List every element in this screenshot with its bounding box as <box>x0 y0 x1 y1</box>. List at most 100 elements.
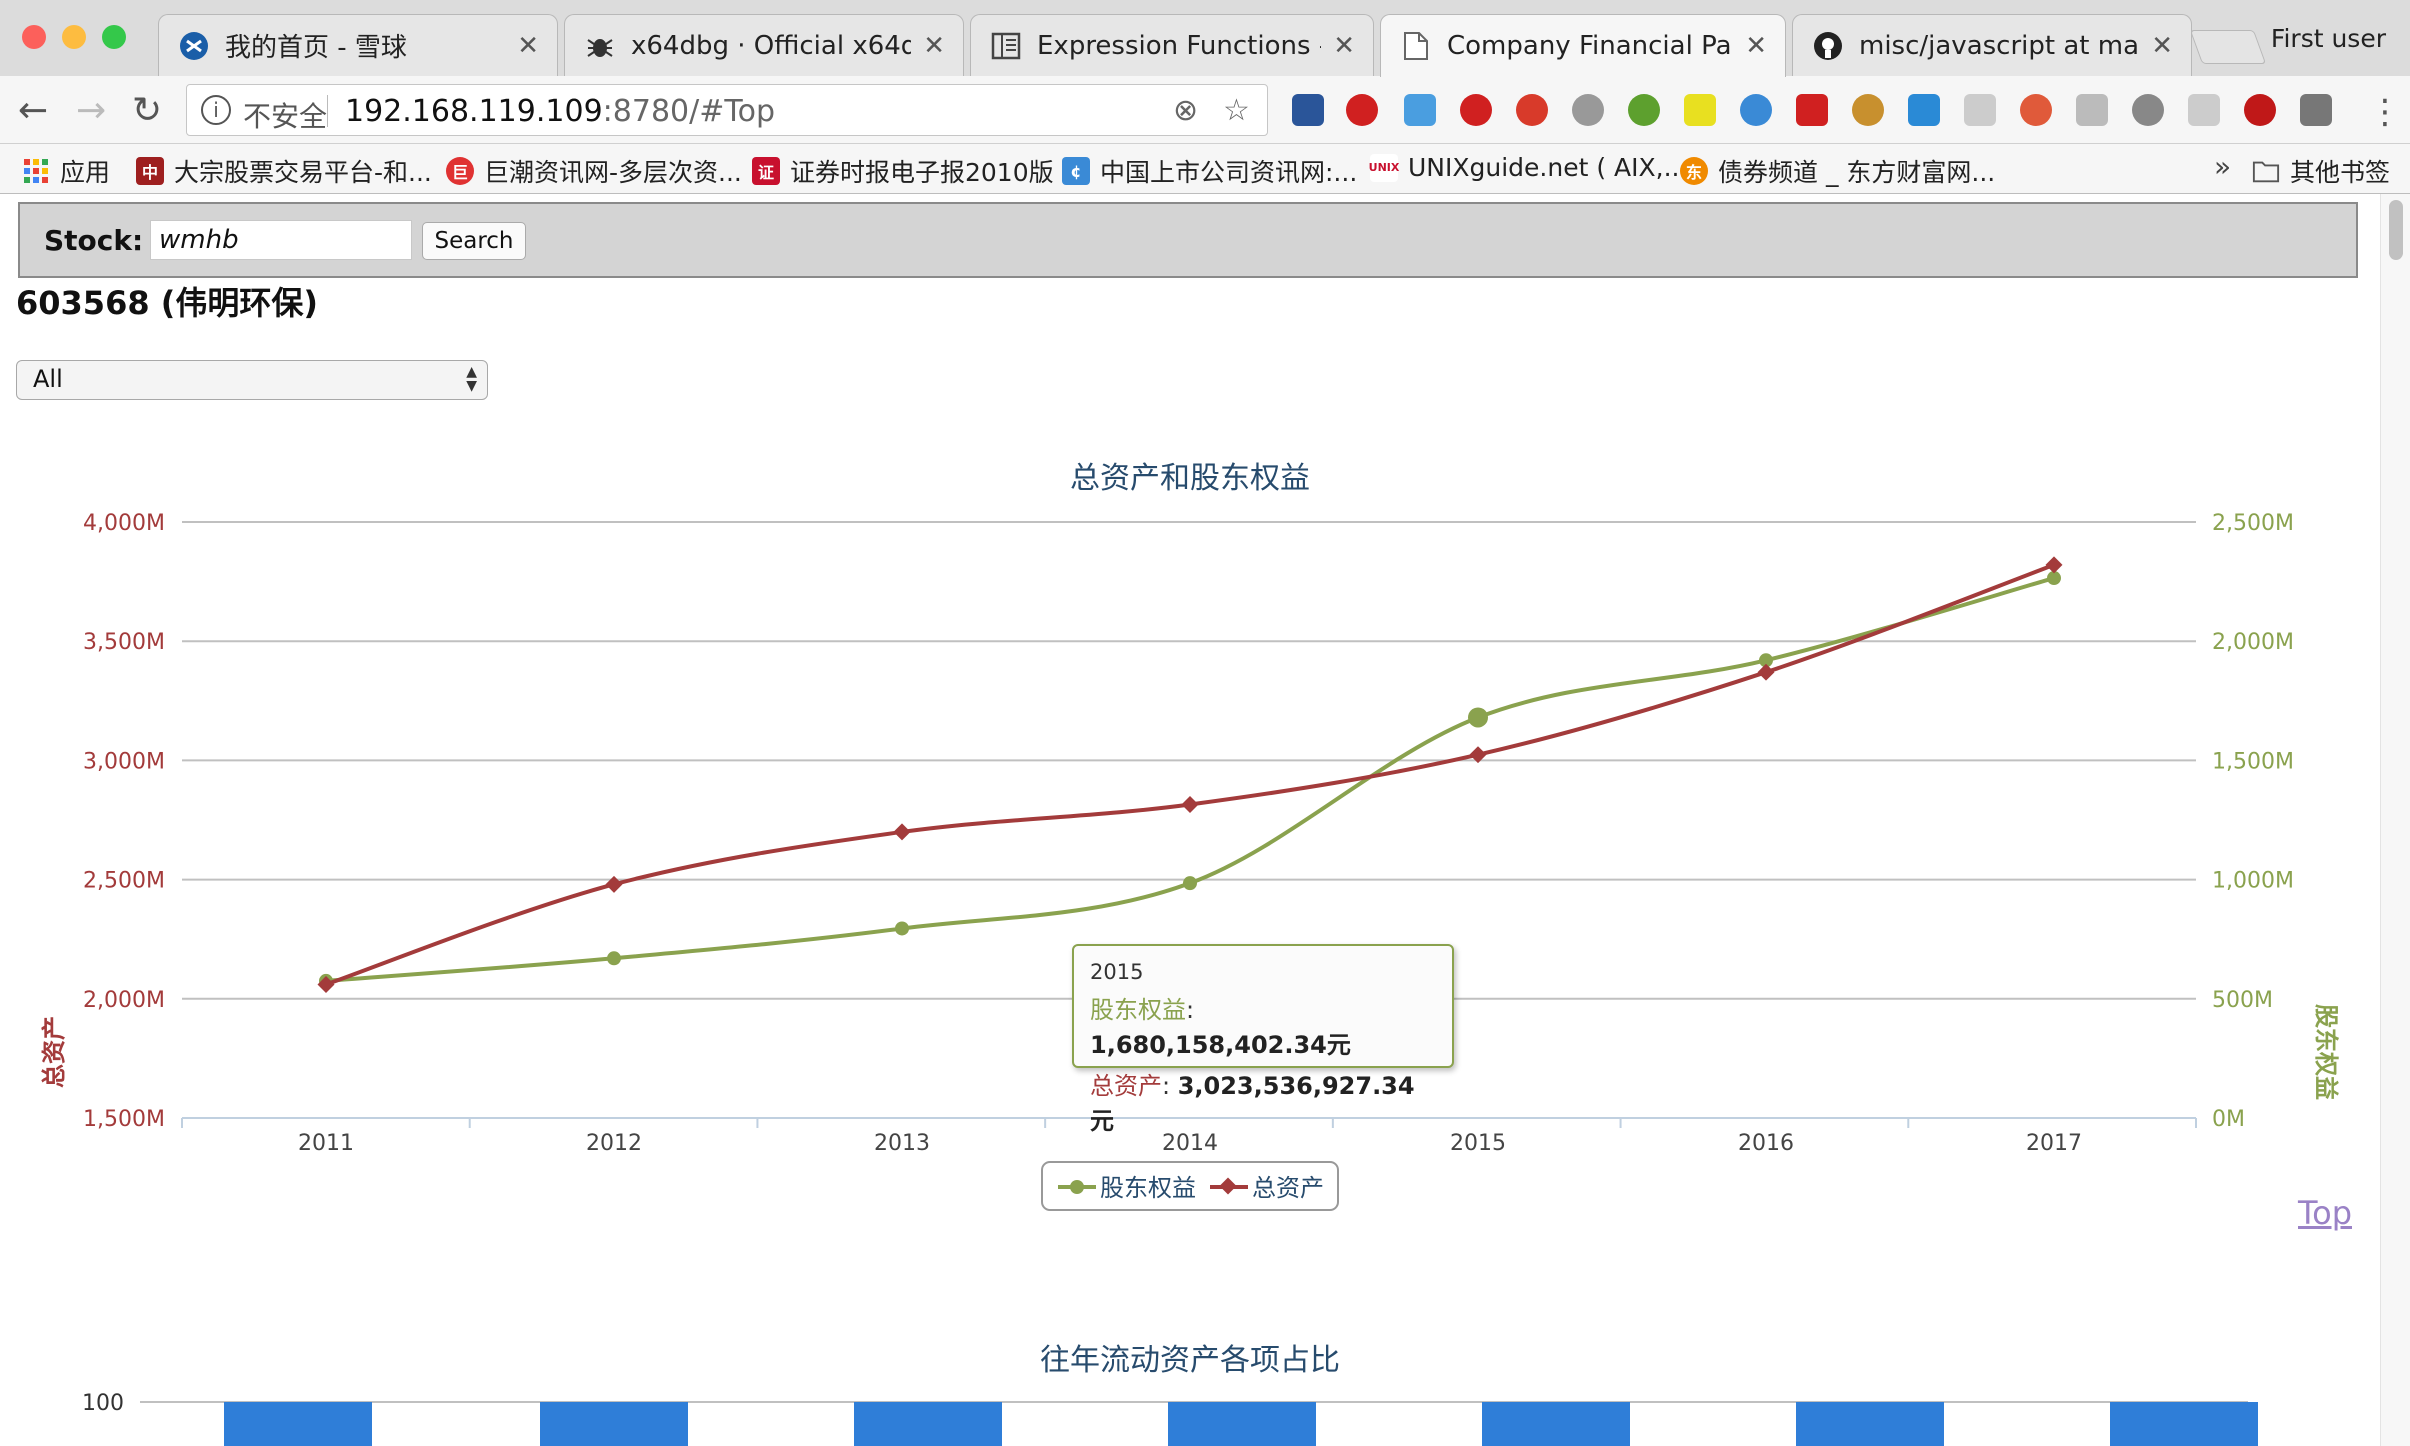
top-link[interactable]: Top <box>2298 1194 2352 1232</box>
extension-rocket-icon[interactable] <box>2020 94 2052 126</box>
chart-tooltip: 2015 股东权益: 1,680,158,402.34元 总资产: 3,023,… <box>1072 944 1454 1135</box>
tab-title: 我的首页 - 雪球 <box>225 33 407 63</box>
bookmarks-bar: 应用 中 大宗股票交易平台-和... 巨 巨潮资讯网-多层次资... 证 证券时… <box>0 144 2410 194</box>
bookmark-cnlist[interactable]: ¢ 中国上市公司资讯网:... <box>1062 153 1357 189</box>
assets-point[interactable] <box>1757 663 1775 681</box>
extension-doc-icon[interactable] <box>1404 94 1436 126</box>
browser-tab-company-financial-parser[interactable]: Company Financial Parser ✕ <box>1380 14 1786 77</box>
assets-point[interactable] <box>1181 796 1199 813</box>
window-close-button[interactable] <box>22 25 46 49</box>
extension-bug-icon[interactable] <box>1628 94 1660 126</box>
folder-icon <box>2252 157 2280 185</box>
equity-point[interactable] <box>895 921 909 936</box>
bookmark-dazong[interactable]: 中 大宗股票交易平台-和... <box>136 153 432 189</box>
right-tick-label: 500M <box>2212 988 2273 1013</box>
extension-notion-icon[interactable] <box>1684 94 1716 126</box>
new-tab-button[interactable] <box>2189 30 2267 64</box>
left-tick-label: 2,000M <box>83 988 165 1013</box>
more-bookmarks-chevron-icon[interactable]: » <box>2214 150 2231 183</box>
extension-gear-icon[interactable] <box>1572 94 1604 126</box>
bar[interactable] <box>540 1402 688 1446</box>
bookmark-red-icon: 中 <box>136 157 164 185</box>
chart-series <box>317 556 2063 993</box>
extension-c-icon[interactable] <box>2188 94 2220 126</box>
close-tab-icon[interactable]: ✕ <box>1745 31 1767 61</box>
close-tab-icon[interactable]: ✕ <box>517 31 539 61</box>
equity-point[interactable] <box>1468 707 1488 728</box>
extension-cloud-icon[interactable] <box>1740 94 1772 126</box>
scrollbar-thumb[interactable] <box>2389 200 2403 260</box>
browser-tab-x64dbg[interactable]: x64dbg · Official x64dbg b ✕ <box>564 14 964 76</box>
bookmark-cninfo[interactable]: 巨 巨潮资讯网-多层次资... <box>446 153 742 189</box>
extension-shield-icon[interactable] <box>2300 94 2332 126</box>
browser-tab-github[interactable]: misc/javascript at master · ✕ <box>1792 14 2192 76</box>
close-tab-icon[interactable]: ✕ <box>923 31 945 61</box>
close-tab-icon[interactable]: ✕ <box>2151 31 2173 61</box>
browser-tab-xueqiu[interactable]: 我的首页 - 雪球 ✕ <box>158 14 558 76</box>
right-axis-ticks: 0M500M1,000M1,500M2,000M2,500M <box>2212 511 2294 1132</box>
window-minimize-button[interactable] <box>62 25 86 49</box>
right-tick-label: 2,000M <box>2212 630 2294 655</box>
bookmark-label: 证券时报电子报2010版 <box>790 158 1054 187</box>
extension-wifi-icon[interactable] <box>2132 94 2164 126</box>
browser-menu-icon[interactable]: ⋮ <box>2368 92 2402 132</box>
tooltip-year: 2015 <box>1090 960 1144 984</box>
tab-title: Expression Functions — x6 <box>1037 30 1321 61</box>
assets-point[interactable] <box>2045 556 2063 574</box>
profile-name[interactable]: First user <box>2271 24 2386 53</box>
window-maximize-button[interactable] <box>102 25 126 49</box>
forward-arrow-icon[interactable]: → <box>76 90 106 131</box>
reload-icon[interactable]: ↻ <box>132 90 162 131</box>
extension-arrow-icon[interactable] <box>1292 94 1324 126</box>
bookmark-stcn[interactable]: 证 证券时报电子报2010版 <box>752 153 1054 189</box>
bookmark-apps[interactable]: 应用 <box>22 153 110 189</box>
bookmark-star-icon[interactable]: ☆ <box>1223 93 1250 128</box>
page-icon <box>1399 29 1433 63</box>
extension-g-icon[interactable] <box>2076 94 2108 126</box>
bar[interactable] <box>1482 1402 1630 1446</box>
bar[interactable] <box>2110 1402 2258 1446</box>
bookmark-unixguide[interactable]: UNIX UNIXguide.net ( AIX,... <box>1369 153 1688 182</box>
equity-point[interactable] <box>1183 876 1197 891</box>
page-scrollbar[interactable] <box>2380 194 2410 1446</box>
equity-series-line[interactable] <box>325 576 2055 983</box>
bar[interactable] <box>1796 1402 1944 1446</box>
translate-icon[interactable]: ⊗ <box>1173 93 1198 128</box>
info-icon[interactable]: i <box>201 95 231 125</box>
extension-flag-icon[interactable] <box>1908 94 1940 126</box>
bookmark-label: 大宗股票交易平台-和... <box>174 158 432 187</box>
bar[interactable] <box>1168 1402 1316 1446</box>
bar-series <box>224 1402 2258 1446</box>
chart-title: 往年流动资产各项占比 <box>1040 1343 1340 1378</box>
tooltip-equity-row: 股东权益: 1,680,158,402.34元 <box>1090 996 1351 1059</box>
github-icon <box>1811 29 1845 63</box>
tooltip-equity-label: 股东权益 <box>1090 996 1186 1024</box>
back-arrow-icon[interactable]: ← <box>18 90 48 131</box>
extension-cookie-icon[interactable] <box>1852 94 1884 126</box>
bar[interactable] <box>854 1402 1002 1446</box>
right-axis-label: 股东权益 <box>2312 1004 2340 1100</box>
extension-stop-icon[interactable] <box>1346 94 1378 126</box>
bookmark-eastmoney[interactable]: 东 债券频道 _ 东方财富网... <box>1680 153 1995 189</box>
address-bar[interactable]: i 不安全 192.168.119.109:8780/#Top ⊗ ☆ <box>186 84 1268 136</box>
browser-toolbar: ← → ↻ i 不安全 192.168.119.109:8780/#Top ⊗ … <box>0 76 2410 144</box>
close-tab-icon[interactable]: ✕ <box>1333 31 1355 61</box>
adblock-plus-icon[interactable] <box>1460 94 1492 126</box>
cnlist-icon: ¢ <box>1062 157 1090 185</box>
bookmark-label: UNIXguide.net ( AIX,... <box>1408 153 1688 182</box>
assets-series-line[interactable] <box>325 563 2055 987</box>
extension-block-icon[interactable] <box>2244 94 2276 126</box>
equity-point[interactable] <box>607 951 621 966</box>
browser-tab-expression-functions[interactable]: Expression Functions — x6 ✕ <box>970 14 1374 76</box>
other-bookmarks-folder[interactable]: 其他书签 <box>2252 153 2390 189</box>
assets-point[interactable] <box>605 875 623 893</box>
bar[interactable] <box>224 1402 372 1446</box>
extension-x-icon[interactable] <box>1796 94 1828 126</box>
cninfo-icon: 巨 <box>446 157 474 185</box>
url-text[interactable]: 192.168.119.109:8780/#Top <box>345 94 775 129</box>
extension-hand-icon[interactable] <box>1516 94 1548 126</box>
extension-note-icon[interactable] <box>1964 94 1996 126</box>
left-tick-label: 3,000M <box>83 749 165 774</box>
assets-point[interactable] <box>893 823 911 841</box>
unixguide-icon: UNIX <box>1369 153 1399 182</box>
